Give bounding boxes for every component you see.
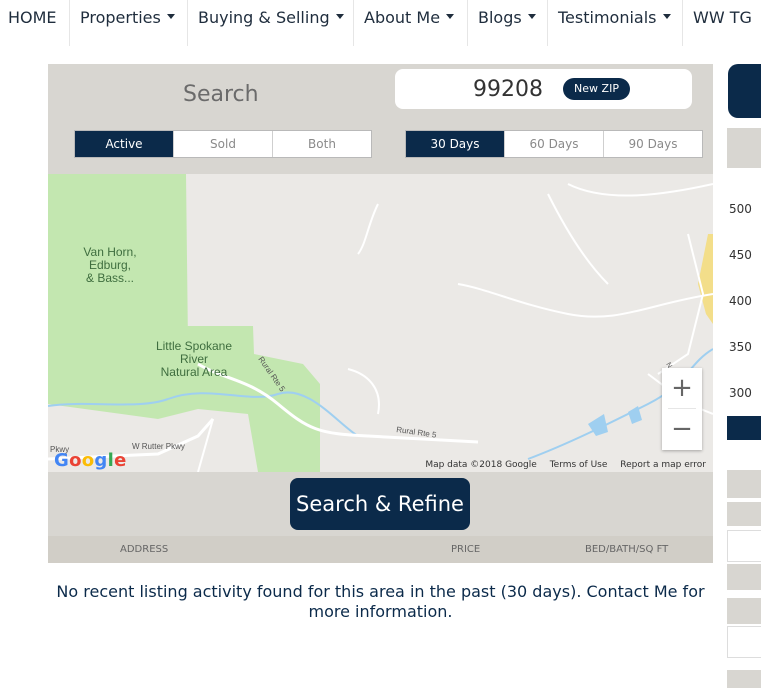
right-side-panel: 500 450 400 350 300 xyxy=(727,64,761,688)
y-tick: 450 xyxy=(729,248,752,262)
caret-down-icon xyxy=(662,14,671,19)
nav-about-me[interactable]: About Me xyxy=(364,0,455,46)
nav-home-label: HOME xyxy=(8,8,57,27)
road xyxy=(357,203,379,255)
days-filter: 30 Days 60 Days 90 Days xyxy=(405,130,703,158)
nav-divider xyxy=(69,0,70,46)
nav-divider xyxy=(682,0,683,46)
status-sold-button[interactable]: Sold xyxy=(173,131,272,157)
zip-value[interactable]: 99208 xyxy=(473,77,543,102)
map-label-park1-line: Van Horn, xyxy=(83,245,136,259)
nav-wwtg-label: WW TG xyxy=(693,8,752,27)
right-panel-band xyxy=(727,598,761,624)
road xyxy=(347,368,380,415)
days-30-button[interactable]: 30 Days xyxy=(406,131,504,157)
zoom-in-button[interactable]: + xyxy=(662,368,702,408)
nav-wwtg[interactable]: WW TG xyxy=(693,0,752,46)
report-map-error-link[interactable]: Report a map error xyxy=(620,460,706,470)
caret-down-icon xyxy=(335,14,344,19)
no-listings-text: No recent listing activity found for thi… xyxy=(56,582,705,621)
caret-down-icon xyxy=(166,14,175,19)
google-logo: Google xyxy=(54,450,127,471)
days-90-button[interactable]: 90 Days xyxy=(603,131,702,157)
y-tick: 400 xyxy=(729,294,752,308)
map-label-park1-line: & Bass... xyxy=(86,271,134,285)
map[interactable]: Van Horn, Edburg, & Bass... Little Spokane… xyxy=(48,174,713,472)
right-panel-header xyxy=(728,64,761,118)
listing-table-header: ADDRESS PRICE BED/BATH/SQ FT xyxy=(48,536,713,563)
y-tick: 300 xyxy=(729,386,752,400)
nav-testimonials-label: Testimonials xyxy=(558,8,657,27)
map-canvas: Van Horn, Edburg, & Bass... Little Spokane… xyxy=(48,174,713,472)
search-label: Search xyxy=(183,82,259,107)
nav-blogs-label: Blogs xyxy=(478,8,522,27)
header-price: PRICE xyxy=(451,544,481,555)
right-panel-cell xyxy=(727,626,761,658)
nav-properties[interactable]: Properties xyxy=(80,0,175,46)
map-label-road3: W Rutter Pkwy xyxy=(132,442,185,451)
nav-divider xyxy=(467,0,468,46)
map-label-park1: Van Horn, Edburg, & Bass... xyxy=(83,245,136,285)
caret-down-icon xyxy=(446,14,455,19)
market-activity-widget: Search 99208 New ZIP Active Sold Both 30… xyxy=(48,64,713,563)
nav-buying-selling-label: Buying & Selling xyxy=(198,8,330,27)
road xyxy=(457,283,713,318)
road xyxy=(567,183,713,197)
nav-home[interactable]: HOME xyxy=(8,0,57,46)
right-panel-band xyxy=(727,564,761,590)
right-panel-cell xyxy=(727,530,761,562)
map-label-park1-line: Edburg, xyxy=(89,258,131,272)
no-listings-message: No recent listing activity found for thi… xyxy=(48,582,713,622)
nav-divider xyxy=(547,0,548,46)
map-label-park2-line: River xyxy=(180,352,208,366)
nav-properties-label: Properties xyxy=(80,8,161,27)
nav-testimonials[interactable]: Testimonials xyxy=(558,0,671,46)
right-panel-band xyxy=(727,470,761,498)
terms-link[interactable]: Terms of Use xyxy=(550,460,608,470)
new-zip-button[interactable]: New ZIP xyxy=(563,78,630,100)
map-attribution: Map data ©2018 Google Terms of Use Repor… xyxy=(415,460,706,470)
zoom-out-button[interactable]: − xyxy=(662,409,702,449)
nav-blogs[interactable]: Blogs xyxy=(478,0,536,46)
right-panel-bar xyxy=(727,416,761,440)
nav-about-me-label: About Me xyxy=(364,8,441,27)
days-60-button[interactable]: 60 Days xyxy=(504,131,603,157)
status-both-button[interactable]: Both xyxy=(272,131,371,157)
road xyxy=(547,193,609,285)
status-filter: Active Sold Both xyxy=(74,130,372,158)
zip-box[interactable]: 99208 New ZIP xyxy=(395,69,692,109)
nav-buying-selling[interactable]: Buying & Selling xyxy=(198,0,344,46)
map-label-park2-line: Little Spokane xyxy=(156,339,232,353)
nav-divider xyxy=(353,0,354,46)
right-panel-band xyxy=(727,128,761,168)
search-refine-button[interactable]: Search & Refine xyxy=(290,478,470,530)
zoom-control: + − xyxy=(662,368,702,450)
map-data-text: Map data ©2018 Google xyxy=(425,460,537,470)
header-bed-bath-sqft: BED/BATH/SQ FT xyxy=(585,544,669,555)
status-active-button[interactable]: Active xyxy=(75,131,173,157)
header-address: ADDRESS xyxy=(120,544,169,555)
caret-down-icon xyxy=(527,14,536,19)
right-panel-band xyxy=(727,670,761,688)
y-tick: 350 xyxy=(729,340,752,354)
map-label-park2-line: Natural Area xyxy=(161,365,228,379)
top-navigation: HOME Properties Buying & Selling About M… xyxy=(0,0,761,46)
y-tick: 500 xyxy=(729,202,752,216)
nav-divider xyxy=(187,0,188,46)
right-panel-band xyxy=(727,502,761,526)
